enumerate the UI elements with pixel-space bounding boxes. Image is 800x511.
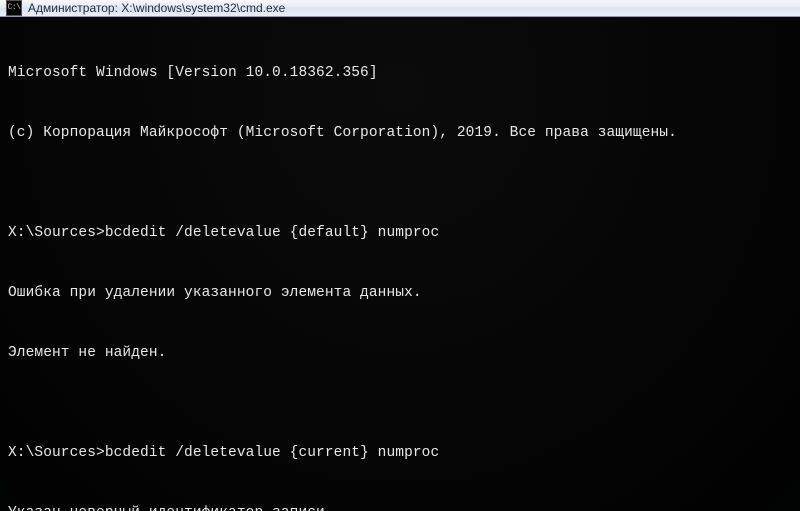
window-title: Администратор: X:\windows\system32\cmd.e… xyxy=(28,1,285,15)
titlebar[interactable]: C:\ Администратор: X:\windows\system32\c… xyxy=(0,0,800,17)
cmd-icon-glyph: C:\ xyxy=(8,4,21,12)
cmd-window: C:\ Администратор: X:\windows\system32\c… xyxy=(0,0,800,511)
terminal-line: Указан неверный идентификатор записи. xyxy=(8,503,792,511)
terminal-line: Ошибка при удалении указанного элемента … xyxy=(8,283,792,303)
terminal-area[interactable]: Microsoft Windows [Version 10.0.18362.35… xyxy=(0,17,800,511)
terminal-line: Microsoft Windows [Version 10.0.18362.35… xyxy=(8,63,792,83)
terminal-line: X:\Sources>bcdedit /deletevalue {default… xyxy=(8,223,792,243)
terminal-line: Элемент не найден. xyxy=(8,343,792,363)
cmd-icon: C:\ xyxy=(6,0,22,16)
terminal-line: (c) Корпорация Майкрософт (Microsoft Cor… xyxy=(8,123,792,143)
terminal-line: X:\Sources>bcdedit /deletevalue {current… xyxy=(8,443,792,463)
